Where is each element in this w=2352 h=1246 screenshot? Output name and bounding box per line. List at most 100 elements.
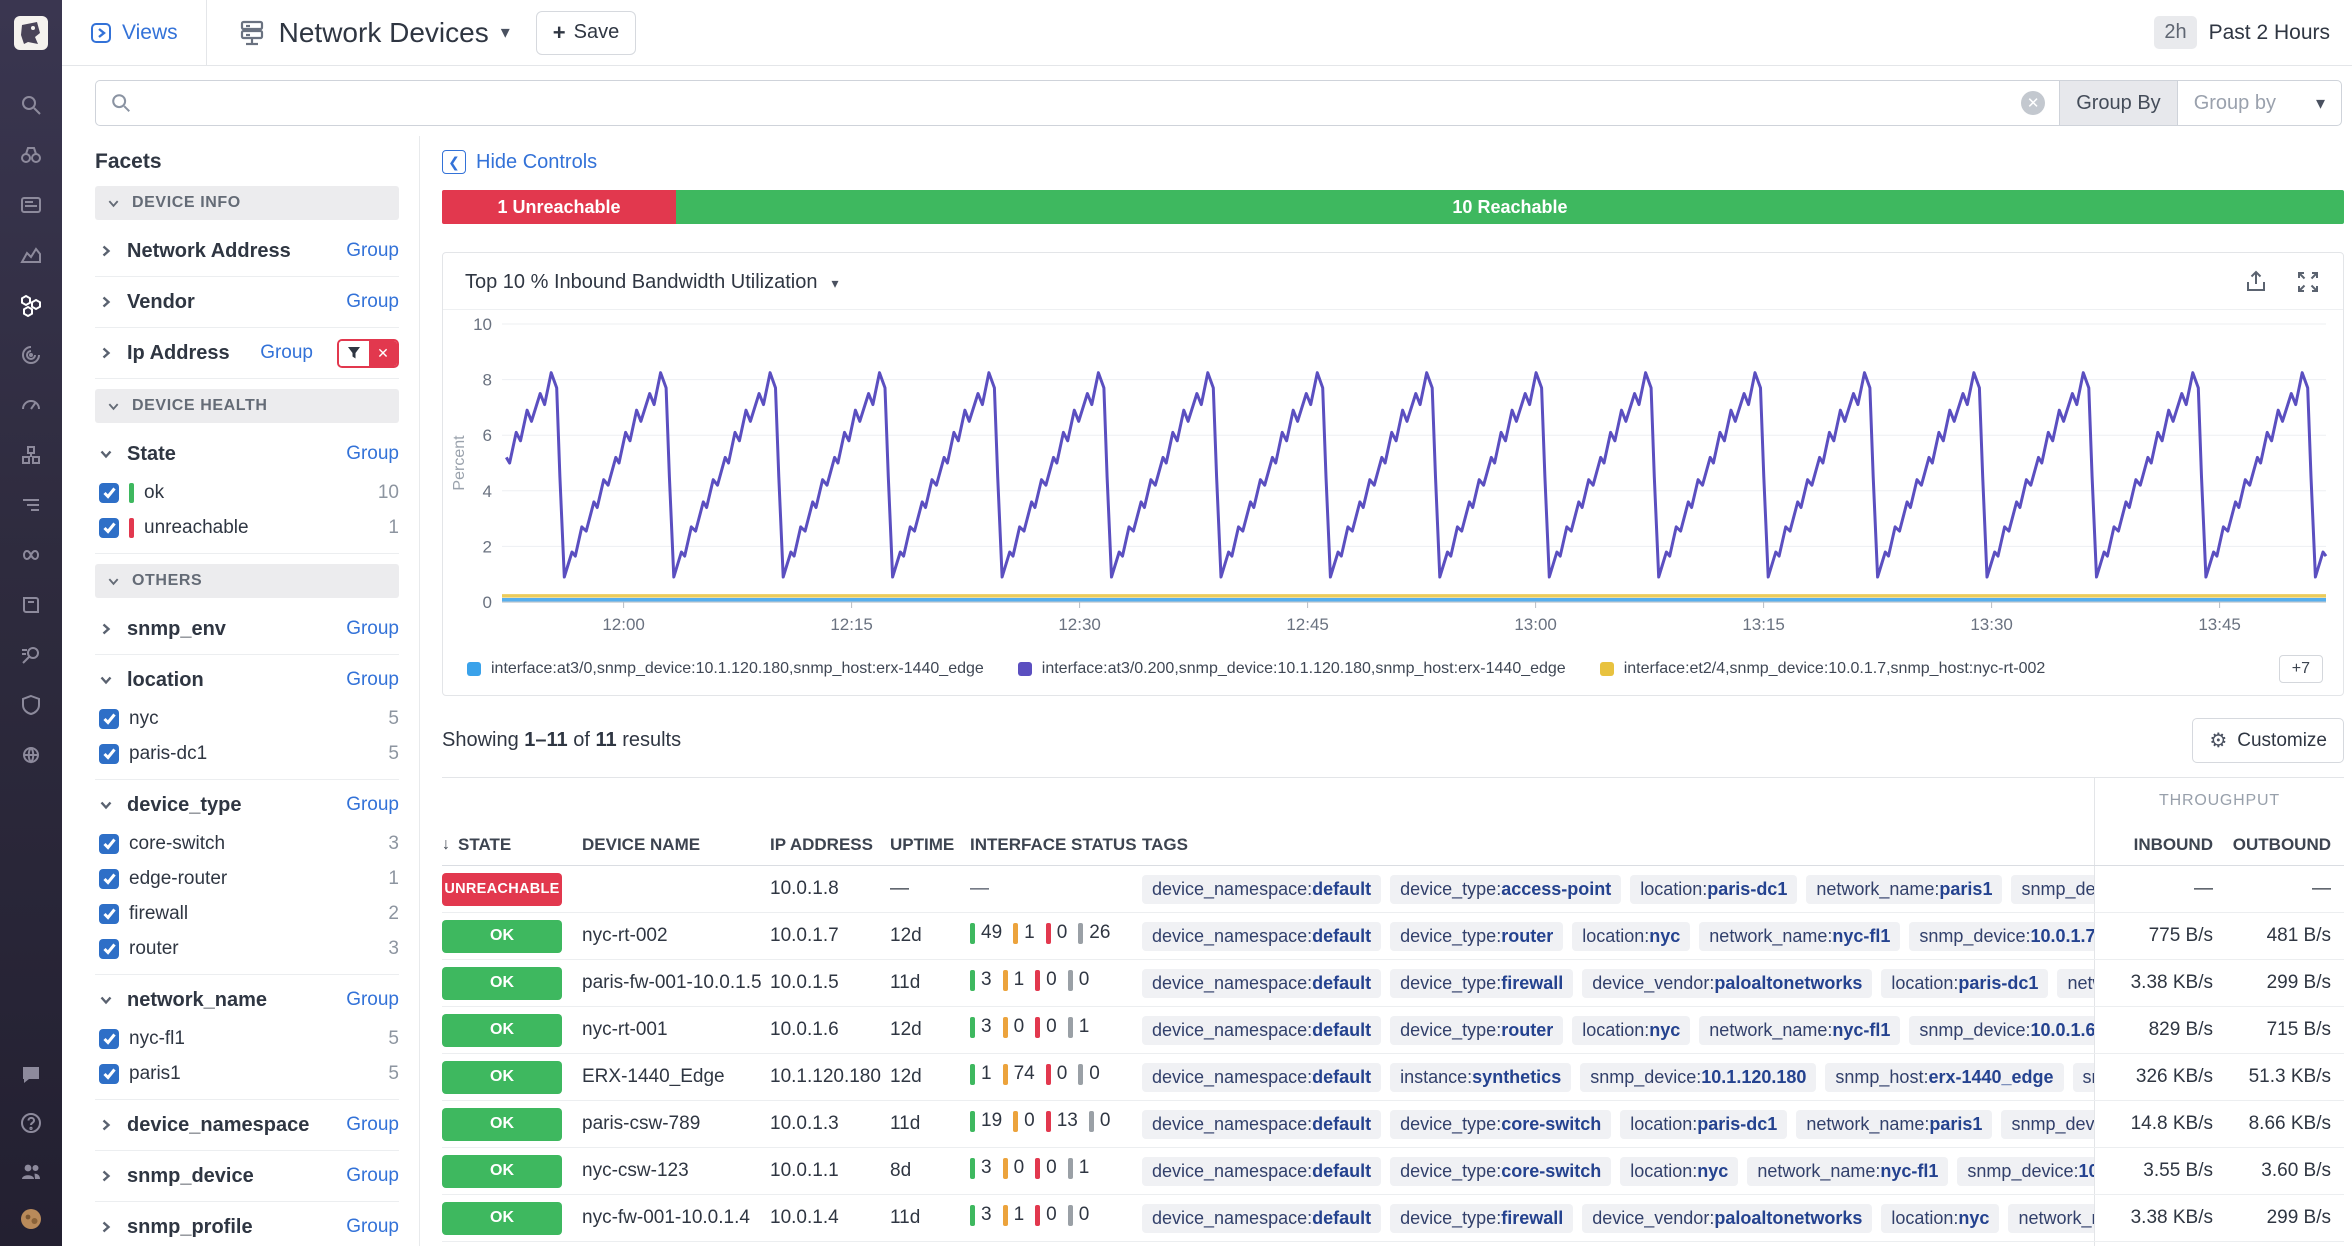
notebooks-icon[interactable] [18,592,44,618]
tag-pill[interactable]: snmp_device:10.1.120.180 [1580,1063,1816,1092]
facet-group-header[interactable]: Ip AddressGroup✕ [99,340,399,366]
cell-device-name[interactable]: ERX-1440_Edge [582,1066,770,1088]
search-icon[interactable] [18,92,44,118]
tag-pill[interactable]: device_type:router [1390,1016,1563,1045]
table-row[interactable]: OKnyc-fw-001-10.0.1.410.0.1.411d3100devi… [442,1195,2344,1242]
facet-section-header[interactable]: DEVICE HEALTH [95,389,399,423]
views-button[interactable]: Views [62,0,207,66]
tag-pill[interactable]: device_namespace:default [1142,1016,1381,1045]
facet-group-header[interactable]: VendorGroup [99,289,399,315]
tag-pill[interactable]: device_type:core-switch [1390,1110,1611,1139]
tag-pill[interactable]: device_namespace:default [1142,922,1381,951]
legend-more-badge[interactable]: +7 [2279,655,2323,683]
tag-pill[interactable]: device_type:router [1390,922,1563,951]
tag-pill[interactable]: device_type:firewall [1390,969,1573,998]
facet-section-header[interactable]: OTHERS [95,564,399,598]
table-row[interactable]: OKparis-csw-78910.0.1.311d190130device_n… [442,1101,2344,1148]
cell-device-name[interactable]: paris-fw-001-10.0.1.5 [582,972,770,994]
search-box[interactable]: ✕ [95,80,2059,126]
facet-item-paris-dc1[interactable]: paris-dc15 [99,740,399,767]
facet-item-unreachable[interactable]: unreachable1 [99,514,399,541]
column-header-state[interactable]: ↓STATE [442,835,582,855]
state-badge[interactable]: OK [442,1108,562,1141]
cell-device-name[interactable]: nyc-fw-001-10.0.1.4 [582,1207,770,1229]
tag-pill[interactable]: instance:synthetics [1390,1063,1571,1092]
ci-icon[interactable] [18,542,44,568]
remove-filter-icon[interactable]: ✕ [369,341,397,366]
tag-pill[interactable]: device_namespace:default [1142,1157,1381,1186]
state-badge[interactable]: OK [442,1014,562,1047]
search-input[interactable] [142,92,2011,115]
customize-button[interactable]: ⚙ Customize [2192,718,2344,763]
bandwidth-chart[interactable]: 024681012:0012:1512:3012:4513:0013:1513:… [443,310,2343,640]
checkbox-checked[interactable] [99,709,119,729]
facet-group-link[interactable]: Group [346,240,399,262]
state-badge[interactable]: UNREACHABLE [442,873,562,906]
tag-pill[interactable]: device_namespace:default [1142,969,1381,998]
synthetics-icon[interactable] [18,742,44,768]
facet-group-link[interactable]: Group [260,342,313,364]
logs-icon[interactable] [18,492,44,518]
facet-group-link[interactable]: Group [346,669,399,691]
time-range-badge[interactable]: 2h [2154,16,2196,49]
facet-group-header[interactable]: locationGroup [99,667,399,693]
tag-pill[interactable]: location:nyc [1881,1204,1999,1233]
facet-group-link[interactable]: Group [346,291,399,313]
chevron-down-icon[interactable] [99,798,113,812]
tag-pill[interactable]: device_namespace:default [1142,875,1381,904]
facet-group-header[interactable]: StateGroup [99,441,399,467]
tag-pill[interactable]: snmp_device:10.0.1.6 [1909,1016,2094,1045]
facet-item-paris1[interactable]: paris15 [99,1060,399,1087]
facet-group-link[interactable]: Group [346,443,399,465]
table-row[interactable]: OKnyc-csw-12310.0.1.18d3001device_namesp… [442,1148,2344,1195]
filter-funnel-icon[interactable] [339,341,369,366]
watchdog-icon[interactable] [18,142,44,168]
chart-title[interactable]: Top 10 % Inbound Bandwidth Utilization▾ [465,271,838,294]
tag-pill[interactable]: network_name:paris1 [1796,1110,1992,1139]
metrics-icon[interactable] [18,242,44,268]
users-icon[interactable] [18,1158,44,1184]
legend-item[interactable]: interface:at3/0,snmp_device:10.1.120.180… [467,660,984,678]
facet-section-header[interactable]: DEVICE INFO [95,186,399,220]
clear-search-icon[interactable]: ✕ [2021,91,2045,115]
tag-pill[interactable]: device_type:firewall [1390,1204,1573,1233]
tag-pill[interactable]: network_name:nyc-... [2008,1204,2094,1233]
state-badge[interactable]: OK [442,1155,562,1188]
chevron-right-icon[interactable] [99,622,113,636]
log-explorer-icon[interactable] [18,642,44,668]
cell-device-name[interactable]: paris-csw-789 [582,1113,770,1135]
tag-pill[interactable]: device_namespace:default [1142,1063,1381,1092]
column-header-tags[interactable]: TAGS [1142,835,2094,855]
facet-item-edge-router[interactable]: edge-router1 [99,865,399,892]
export-icon[interactable] [2243,269,2269,295]
state-badge[interactable]: OK [442,967,562,1000]
legend-item[interactable]: interface:at3/0.200,snmp_device:10.1.120… [1018,660,1566,678]
column-header-outbound[interactable]: OUTBOUND [2213,835,2331,855]
facet-group-header[interactable]: snmp_envGroup [99,616,399,642]
table-row[interactable]: UNREACHABLE10.0.1.8——device_namespace:de… [442,866,2344,913]
column-header-ip-address[interactable]: IP ADDRESS [770,835,890,855]
tag-pill[interactable]: network_name:nyc-fl1 [1747,1157,1948,1186]
chevron-right-icon[interactable] [99,1169,113,1183]
checkbox-checked[interactable] [99,518,119,538]
checkbox-checked[interactable] [99,1029,119,1049]
time-range-label[interactable]: Past 2 Hours [2209,21,2330,45]
table-row[interactable]: OKnyc-rt-00210.0.1.712d491026device_name… [442,913,2344,960]
facet-group-link[interactable]: Group [346,618,399,640]
tag-pill[interactable]: network_name:nyc-fl1 [1699,1016,1900,1045]
facet-group-header[interactable]: network_nameGroup [99,987,399,1013]
checkbox-checked[interactable] [99,869,119,889]
checkbox-checked[interactable] [99,904,119,924]
tag-pill[interactable]: snmp_profile... [2073,1063,2094,1092]
tag-pill[interactable]: location:nyc [1572,922,1690,951]
tag-pill[interactable]: location:nyc [1572,1016,1690,1045]
chevron-right-icon[interactable] [99,244,113,258]
tag-pill[interactable]: device_vendor:paloaltonetworks [1582,1204,1872,1233]
facet-group-header[interactable]: snmp_profileGroup [99,1214,399,1240]
facet-group-link[interactable]: Group [346,1216,399,1238]
table-row[interactable]: OKERX-1440_Edge10.1.120.18012d17400devic… [442,1054,2344,1101]
facet-filter-pill[interactable]: ✕ [337,339,399,368]
chevron-down-icon[interactable] [99,673,113,687]
hide-controls-button[interactable]: ❮ Hide Controls [442,150,2344,174]
facet-group-link[interactable]: Group [346,1114,399,1136]
